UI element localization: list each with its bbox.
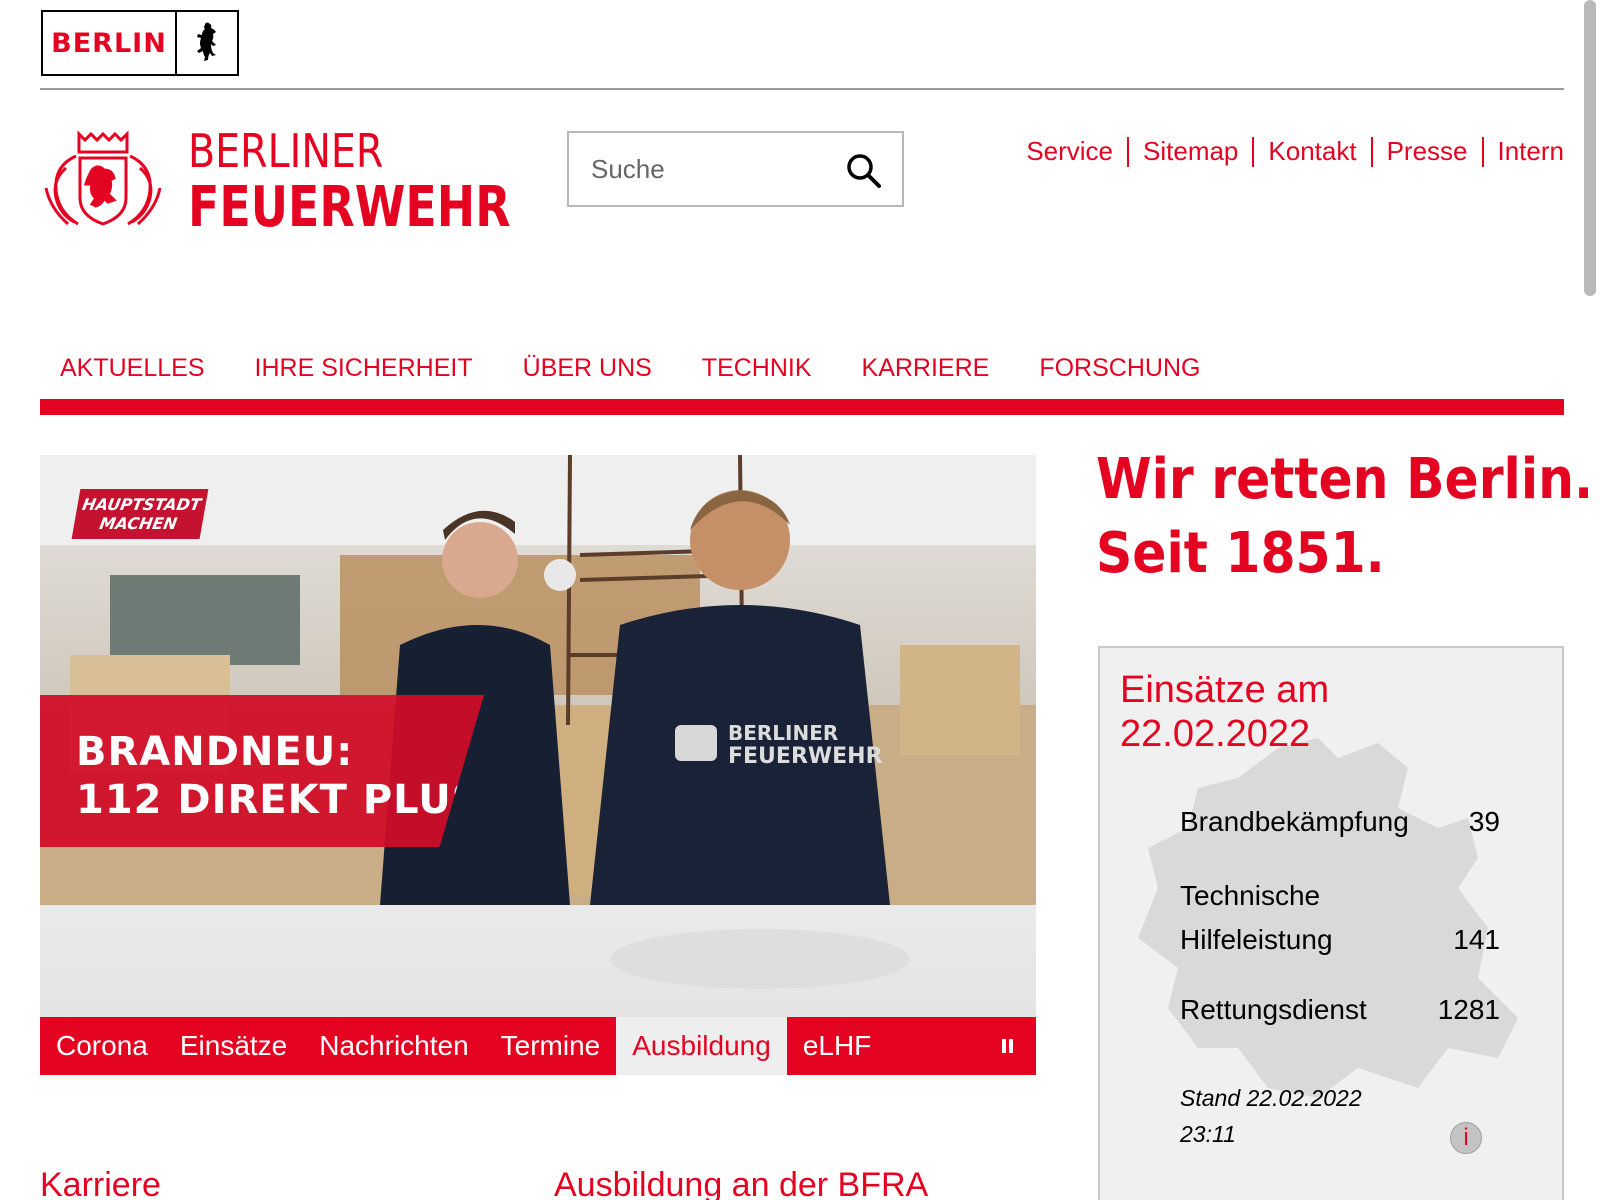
tab-termine[interactable]: Termine: [485, 1017, 617, 1075]
service-nav: Service Sitemap Kontakt Presse Intern: [1012, 136, 1564, 167]
tab-ausbildung[interactable]: Ausbildung: [616, 1017, 787, 1075]
slogan-line-1: Wir retten Berlin.: [1096, 447, 1594, 512]
intern-link[interactable]: Intern: [1484, 136, 1565, 167]
site-logo[interactable]: BERLINER FEUERWEHR: [40, 128, 581, 236]
stat-label: Brandbekämpfung: [1180, 806, 1409, 837]
logo-line-feuerwehr: FEUERWEHR: [188, 175, 511, 240]
hero-caption-area: [40, 905, 1036, 1017]
tag-line-2: MACHEN: [98, 514, 179, 533]
hero-banner[interactable]: BRANDNEU: 112 DIREKT PLUS: [40, 695, 484, 847]
feuerwehr-crest-icon: [44, 130, 162, 226]
pause-icon[interactable]: [1000, 1017, 1014, 1075]
stats-heading: Einsätze am 22.02.2022: [1120, 669, 1330, 755]
stat-label: Hilfeleistung: [1180, 924, 1333, 955]
kontakt-link[interactable]: Kontakt: [1254, 136, 1370, 167]
sitemap-link[interactable]: Sitemap: [1129, 136, 1252, 167]
hauptstadt-tag: HAUPTSTADT MACHEN: [71, 489, 209, 539]
nav-ihre-sicherheit[interactable]: IHRE SICHERHEIT: [255, 354, 473, 383]
slogan: Wir retten Berlin. Seit 1851.: [1096, 448, 1600, 586]
stat-label: Rettungsdienst: [1180, 994, 1367, 1025]
tab-nachrichten[interactable]: Nachrichten: [303, 1017, 484, 1075]
nav-forschung[interactable]: FORSCHUNG: [1039, 354, 1200, 383]
logo-line-berliner: BERLINER: [188, 124, 384, 178]
hero-slide[interactable]: BERLINER FEUERWEHR HAUPTSTADT MACHEN BRA…: [40, 455, 1036, 905]
berlin-wordmark: BERLIN: [51, 27, 167, 59]
tab-einsaetze[interactable]: Einsätze: [164, 1017, 303, 1075]
einsaetze-stats-box: Einsätze am 22.02.2022 Brandbekämpfung 3…: [1098, 646, 1564, 1200]
ausbildung-heading[interactable]: Ausbildung an der BFRA: [554, 1166, 928, 1200]
nav-ueber-uns[interactable]: ÜBER UNS: [523, 354, 652, 383]
info-icon[interactable]: i: [1450, 1122, 1482, 1154]
nav-aktuelles[interactable]: AKTUELLES: [60, 354, 205, 383]
nav-technik[interactable]: TECHNIK: [702, 354, 812, 383]
search-box: [567, 131, 904, 207]
main-nav: AKTUELLES IHRE SICHERHEIT ÜBER UNS TECHN…: [40, 354, 1230, 383]
berlin-badge[interactable]: BERLIN: [41, 10, 239, 76]
shirt-text-1: BERLINER: [728, 721, 838, 745]
stat-value: 141: [1453, 924, 1500, 955]
stat-row-rettungsdienst: Rettungsdienst 1281: [1180, 988, 1500, 1032]
banner-line-2: 112 DIREKT PLUS: [76, 777, 482, 823]
search-input[interactable]: [569, 153, 829, 185]
shirt-text-2: FEUERWEHR: [728, 744, 883, 769]
tab-elhf[interactable]: eLHF: [787, 1017, 887, 1075]
header-divider: [40, 88, 1564, 90]
karriere-heading[interactable]: Karriere: [40, 1166, 161, 1200]
presse-link[interactable]: Presse: [1373, 136, 1482, 167]
page-scrollbar[interactable]: [1584, 0, 1596, 296]
slider-tabs: Corona Einsätze Nachrichten Termine Ausb…: [40, 1017, 1036, 1075]
stat-row-technische-hilfe: Technische Hilfeleistung 141: [1180, 874, 1500, 962]
service-link[interactable]: Service: [1012, 136, 1127, 167]
berlin-bear-icon: [175, 12, 237, 74]
stand-timestamp: Stand 22.02.2022 23:11: [1180, 1085, 1362, 1147]
slogan-line-2: Seit 1851.: [1096, 521, 1385, 586]
tag-line-1: HAUPTSTADT: [80, 495, 203, 514]
stat-value: 1281: [1437, 994, 1500, 1025]
stat-row-brand: Brandbekämpfung 39: [1180, 800, 1500, 844]
stat-value: 39: [1468, 806, 1500, 837]
nav-karriere[interactable]: KARRIERE: [862, 354, 990, 383]
nav-underline-bar: [40, 399, 1564, 415]
search-icon[interactable]: [844, 151, 884, 191]
tab-corona[interactable]: Corona: [40, 1017, 164, 1075]
stat-label: Technische: [1180, 880, 1321, 911]
banner-line-1: BRANDNEU:: [76, 729, 354, 775]
